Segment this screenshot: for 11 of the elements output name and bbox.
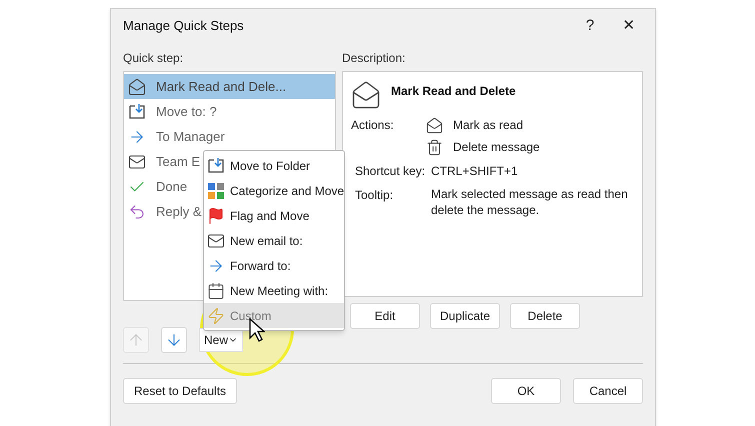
window-title: Manage Quick Steps bbox=[123, 17, 244, 36]
action-text: Delete message bbox=[453, 139, 540, 156]
description-label: Description: bbox=[342, 50, 406, 67]
shortcut-key-label: Shortcut key: bbox=[354, 163, 426, 180]
action-text: Mark as read bbox=[453, 117, 524, 134]
shortcut-key-value: CTRL+SHIFT+1 bbox=[431, 163, 518, 180]
tooltip-text: Mark selected message as read then delete the message. bbox=[431, 186, 629, 218]
tooltip-label: Tooltip: bbox=[354, 187, 394, 204]
quick-step-title: Mark Read and Delete bbox=[391, 83, 516, 100]
quick-step-label: Quick step: bbox=[123, 50, 184, 67]
actions-label: Actions: bbox=[351, 117, 395, 134]
